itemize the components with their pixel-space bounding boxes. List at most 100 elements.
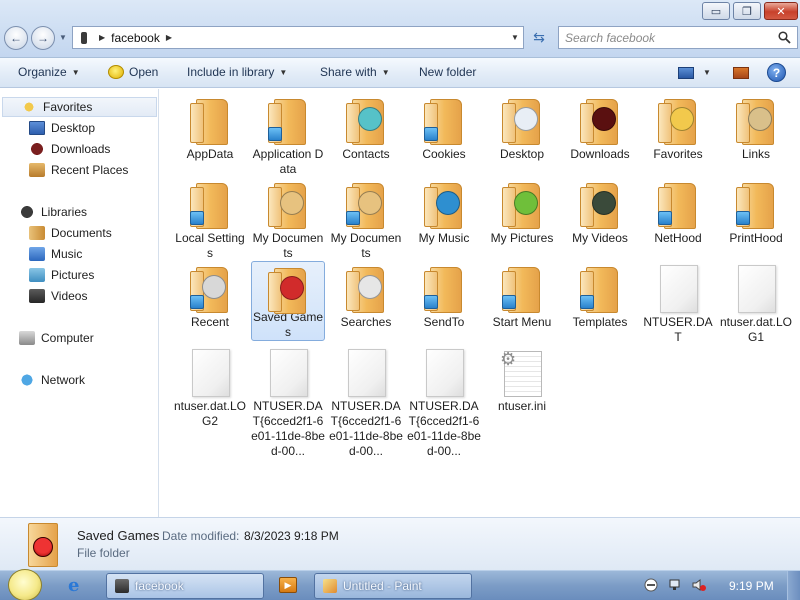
breadcrumb-chevron-icon[interactable]: ▶ (166, 33, 172, 42)
start-button[interactable] (8, 569, 42, 600)
breadcrumb-facebook[interactable]: facebook (111, 31, 160, 45)
sidebar-item-label: Downloads (51, 142, 111, 156)
folder-icon (420, 97, 468, 145)
sidebar-item-recent-places[interactable]: Recent Places (29, 163, 128, 177)
recent-pages-dropdown-icon[interactable]: ▼ (59, 33, 67, 42)
file-item[interactable]: Searches (329, 261, 403, 330)
organize-menu[interactable]: Organize ▼ (18, 65, 80, 79)
recent-places-icon (29, 163, 45, 177)
sidebar-item-documents[interactable]: Documents (29, 226, 112, 240)
file-item[interactable]: My Videos (563, 177, 637, 246)
media-player-icon[interactable]: ▶ (279, 577, 297, 593)
folder-icon (654, 97, 702, 145)
minimize-button[interactable]: ▭ (702, 2, 730, 20)
angry-birds-icon (33, 537, 53, 557)
search-box[interactable] (558, 26, 798, 49)
file-item[interactable]: ntuser.dat.LOG2 (173, 345, 247, 429)
share-label: Share with (320, 65, 377, 79)
file-item[interactable]: Saved Games (251, 261, 325, 341)
view-options-chevron-icon[interactable]: ▼ (703, 68, 711, 77)
folder-icon (498, 265, 546, 313)
help-icon[interactable]: ? (767, 63, 786, 82)
file-item[interactable]: SendTo (407, 261, 481, 330)
change-view-icon[interactable] (678, 67, 694, 79)
folder-icon (264, 97, 312, 145)
file-item[interactable]: Cookies (407, 93, 481, 162)
file-item-label: NTUSER.DAT (643, 315, 713, 344)
refresh-icon[interactable]: ⇆ (527, 26, 551, 49)
file-item[interactable]: My Documents (251, 177, 325, 261)
speaker-icon[interactable] (692, 578, 706, 592)
sidebar-item-network[interactable]: Network (19, 373, 85, 387)
sidebar-item-music[interactable]: Music (29, 247, 82, 261)
folder-overlay-icon (358, 275, 382, 299)
folder-icon (186, 181, 234, 229)
folder-overlay-icon (202, 275, 226, 299)
search-icon[interactable] (778, 31, 791, 44)
file-item[interactable]: My Pictures (485, 177, 559, 246)
taskbar-button-paint[interactable]: Untitled - Paint (314, 573, 472, 599)
file-icon (654, 265, 702, 313)
sidebar-item-downloads[interactable]: Downloads (29, 142, 110, 156)
system-clock[interactable]: 9:19 PM (729, 579, 774, 593)
file-item-label: AppData (186, 147, 234, 161)
include-in-library-menu[interactable]: Include in library ▼ (187, 65, 287, 79)
file-item[interactable]: NetHood (641, 177, 715, 246)
file-item[interactable]: Desktop (485, 93, 559, 162)
file-item[interactable]: ntuser.dat.LOG1 (719, 261, 793, 345)
file-item[interactable]: NTUSER.DAT{6cced2f1-6e01-11de-8bed-00... (407, 345, 481, 459)
file-item[interactable]: Favorites (641, 93, 715, 162)
file-item-label: Cookies (422, 147, 466, 161)
forward-button[interactable]: → (31, 26, 55, 50)
sidebar-item-desktop[interactable]: Desktop (29, 121, 95, 135)
folder-icon (498, 97, 546, 145)
file-item[interactable]: NTUSER.DAT{6cced2f1-6e01-11de-8bed-00... (329, 345, 403, 459)
file-item[interactable]: PrintHood (719, 177, 793, 246)
sidebar-item-label: Recent Places (51, 163, 129, 177)
file-item[interactable]: My Music (407, 177, 481, 246)
taskbar-button-facebook[interactable]: facebook (106, 573, 264, 599)
internet-explorer-icon[interactable]: e (68, 577, 86, 595)
sidebar-item-videos[interactable]: Videos (29, 289, 87, 303)
open-button[interactable]: Open (108, 65, 158, 79)
close-button[interactable]: ✕ (764, 2, 798, 20)
breadcrumb-chevron-icon[interactable]: ▶ (99, 33, 105, 42)
sidebar-item-pictures[interactable]: Pictures (29, 268, 94, 282)
taskbar-button-label: Untitled - Paint (343, 579, 422, 593)
new-folder-button[interactable]: New folder (419, 65, 476, 79)
file-item[interactable]: Downloads (563, 93, 637, 162)
share-with-menu[interactable]: Share with ▼ (320, 65, 390, 79)
maximize-button[interactable]: ❐ (733, 2, 761, 20)
address-bar[interactable]: ▶ facebook ▶ ▼ (72, 26, 524, 49)
preview-pane-icon[interactable] (733, 67, 749, 79)
file-item-label: My Videos (572, 231, 628, 245)
include-label: Include in library (187, 65, 275, 79)
folder-overlay-icon (436, 191, 460, 215)
file-item[interactable]: Recent (173, 261, 247, 330)
sidebar-item-libraries[interactable]: Libraries (19, 205, 87, 219)
show-desktop-button[interactable] (787, 571, 800, 600)
file-item[interactable]: NTUSER.DAT{6cced2f1-6e01-11de-8bed-00... (251, 345, 325, 459)
file-item-label: NTUSER.DAT{6cced2f1-6e01-11de-8bed-00... (251, 399, 325, 458)
file-item[interactable]: Local Settings (173, 177, 247, 261)
sidebar-item-label: Computer (41, 331, 94, 345)
back-button[interactable]: ← (4, 26, 28, 50)
file-item[interactable]: Application Data (251, 93, 325, 177)
file-item[interactable]: AppData (173, 93, 247, 162)
file-item[interactable]: My Documents (329, 177, 403, 261)
search-input[interactable] (565, 30, 770, 45)
file-item[interactable]: Links (719, 93, 793, 162)
address-history-dropdown-icon[interactable]: ▼ (511, 33, 519, 42)
sidebar-item-favorites[interactable]: Favorites (2, 97, 157, 117)
sidebar-item-computer[interactable]: Computer (19, 331, 94, 345)
new-folder-label: New folder (419, 65, 477, 79)
file-item[interactable]: ntuser.ini (485, 345, 559, 414)
file-item[interactable]: Templates (563, 261, 637, 330)
file-item[interactable]: Contacts (329, 93, 403, 162)
network-status-icon[interactable] (669, 578, 683, 592)
file-item[interactable]: NTUSER.DAT (641, 261, 715, 345)
file-item[interactable]: Start Menu (485, 261, 559, 330)
volume-muted-icon[interactable] (644, 578, 658, 592)
open-label: Open (129, 65, 159, 79)
sidebar-item-label: Favorites (43, 100, 93, 114)
